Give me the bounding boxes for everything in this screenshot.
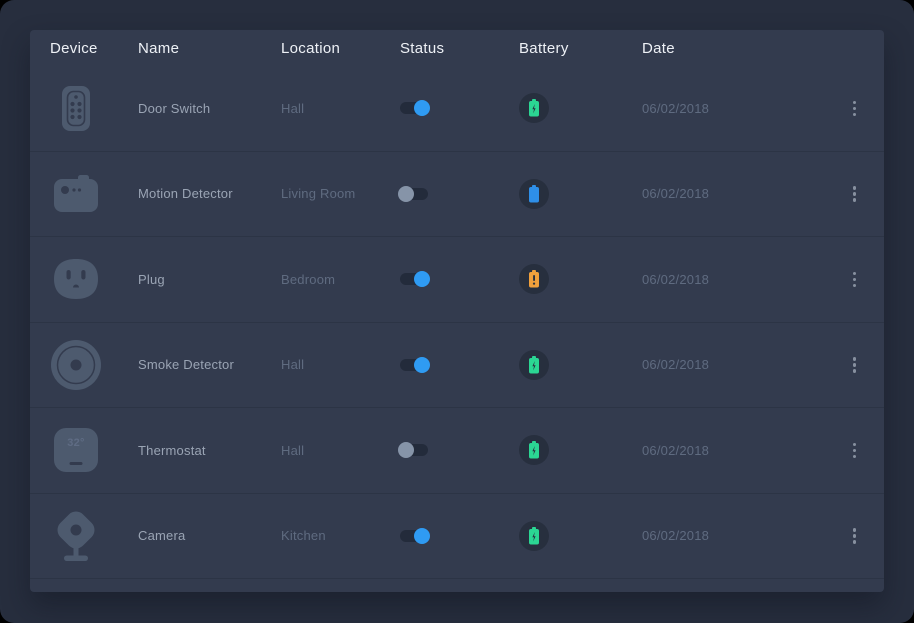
status-toggle[interactable] bbox=[400, 188, 428, 200]
remote-icon bbox=[50, 85, 102, 132]
row-menu-button[interactable] bbox=[845, 437, 865, 465]
toggle-knob bbox=[398, 442, 414, 458]
column-header-device: Device bbox=[50, 40, 138, 57]
row-menu-button[interactable] bbox=[845, 95, 865, 123]
device-location: Bedroom bbox=[281, 272, 400, 287]
device-location: Kitchen bbox=[281, 528, 400, 543]
battery-full-icon bbox=[519, 179, 549, 209]
thermostat-temp-label: 32° bbox=[67, 437, 85, 449]
device-date: 06/02/2018 bbox=[642, 186, 824, 201]
plug-icon bbox=[50, 258, 102, 300]
device-location: Hall bbox=[281, 357, 400, 372]
battery-charging-icon bbox=[519, 350, 549, 380]
status-toggle[interactable] bbox=[400, 273, 428, 285]
device-location: Hall bbox=[281, 101, 400, 116]
device-location: Hall bbox=[281, 443, 400, 458]
device-location: Living Room bbox=[281, 186, 400, 201]
column-header-name: Name bbox=[138, 40, 281, 57]
device-date: 06/02/2018 bbox=[642, 357, 824, 372]
device-date: 06/02/2018 bbox=[642, 528, 824, 543]
table-row: Motion Detector Living Room 06/02/2018 bbox=[30, 152, 884, 238]
device-name: Thermostat bbox=[138, 443, 281, 458]
table-row: Door Switch Hall 06/02/2018 bbox=[30, 66, 884, 152]
status-toggle[interactable] bbox=[400, 444, 428, 456]
toggle-knob bbox=[414, 357, 430, 373]
smoke-detector-icon bbox=[50, 339, 102, 391]
device-name: Door Switch bbox=[138, 101, 281, 116]
table-header: Device Name Location Status Battery Date bbox=[30, 30, 884, 66]
row-menu-button[interactable] bbox=[845, 351, 865, 379]
row-menu-button[interactable] bbox=[845, 180, 865, 208]
toggle-knob bbox=[414, 271, 430, 287]
status-toggle[interactable] bbox=[400, 530, 428, 542]
motion-detector-icon bbox=[50, 174, 102, 214]
table-row: 32° Thermostat Hall 06/02/2018 bbox=[30, 408, 884, 494]
device-name: Smoke Detector bbox=[138, 357, 281, 372]
status-toggle[interactable] bbox=[400, 102, 428, 114]
row-menu-button[interactable] bbox=[845, 266, 865, 294]
device-name: Motion Detector bbox=[138, 186, 281, 201]
app-window: Device Name Location Status Battery Date… bbox=[0, 0, 914, 623]
battery-charging-icon bbox=[519, 521, 549, 551]
toggle-knob bbox=[398, 186, 414, 202]
status-toggle[interactable] bbox=[400, 359, 428, 371]
device-date: 06/02/2018 bbox=[642, 101, 824, 116]
toggle-knob bbox=[414, 528, 430, 544]
thermostat-icon: 32° bbox=[50, 428, 102, 472]
camera-icon bbox=[50, 509, 102, 563]
thermostat-dash bbox=[70, 462, 83, 465]
column-header-status: Status bbox=[400, 40, 519, 57]
battery-charging-icon bbox=[519, 435, 549, 465]
device-name: Camera bbox=[138, 528, 281, 543]
devices-table: Device Name Location Status Battery Date… bbox=[30, 30, 884, 592]
battery-low-icon bbox=[519, 264, 549, 294]
device-date: 06/02/2018 bbox=[642, 272, 824, 287]
table-row: Plug Bedroom 06/02/2018 bbox=[30, 237, 884, 323]
toggle-knob bbox=[414, 100, 430, 116]
column-header-battery: Battery bbox=[519, 40, 642, 57]
device-name: Plug bbox=[138, 272, 281, 287]
column-header-date: Date bbox=[642, 40, 824, 57]
column-header-location: Location bbox=[281, 40, 400, 57]
table-row: Camera Kitchen 06/02/2018 bbox=[30, 494, 884, 580]
table-row: Smoke Detector Hall 06/02/2018 bbox=[30, 323, 884, 409]
row-menu-button[interactable] bbox=[845, 522, 865, 550]
battery-charging-icon bbox=[519, 93, 549, 123]
device-date: 06/02/2018 bbox=[642, 443, 824, 458]
